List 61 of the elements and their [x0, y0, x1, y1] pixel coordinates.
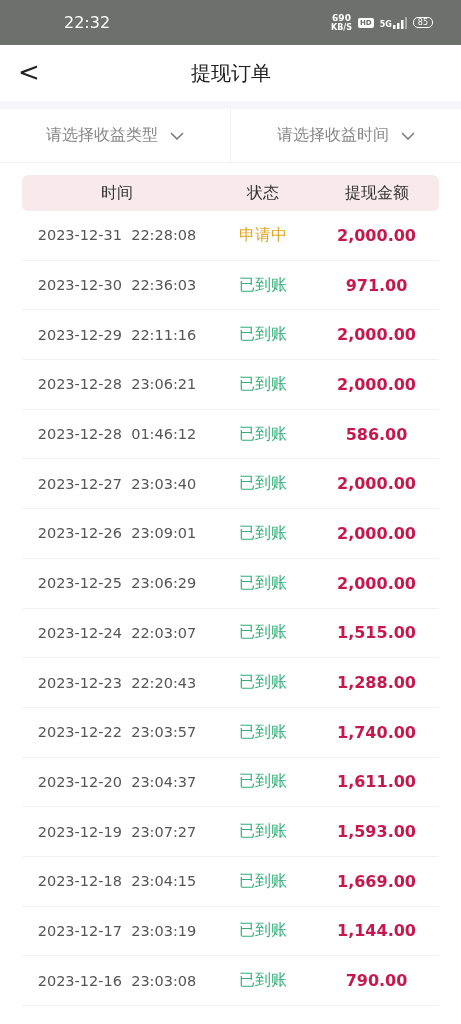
time-cell-text: 2023-12-28 01:46:12: [36, 426, 198, 443]
page-title: 提现订单: [190, 59, 271, 87]
battery-level: 85: [412, 17, 433, 28]
status-cell-text: 已到账: [238, 771, 288, 793]
amount-cell-text: 1,515.00: [336, 623, 417, 643]
column-header: 提现金额: [343, 182, 410, 204]
column-header: 时间: [100, 182, 134, 204]
amount-cell-text: 1,288.00: [336, 673, 417, 693]
amount-cell-text: 2,000.00: [336, 474, 417, 494]
speed-value: 690: [332, 13, 351, 23]
amount-cell-text: 2,000.00: [336, 325, 417, 345]
time-cell-text: 2023-12-16 23:03:08: [36, 972, 198, 989]
status-cell-text: 已到账: [238, 870, 288, 892]
time-cell-text: 2023-12-23 22:20:43: [36, 674, 198, 691]
signal-icon: [392, 16, 407, 29]
time-cell-text: 2023-12-19 23:07:27: [36, 823, 198, 840]
amount-cell-text: 2,000.00: [336, 374, 417, 394]
status-cell-text: 已到账: [238, 672, 288, 694]
amount-cell-text: 1,669.00: [336, 871, 417, 891]
amount-cell-text: 1,144.00: [336, 921, 417, 941]
time-cell-text: 2023-12-18 23:04:15: [36, 873, 198, 890]
status-cell-text: 已到账: [238, 721, 288, 743]
chevron-down-icon: [401, 131, 415, 140]
time-cell-text: 2023-12-31 22:28:08: [36, 227, 198, 244]
status-cell-text: 已到账: [238, 920, 288, 942]
time-cell-text: 2023-12-29 22:11:16: [36, 326, 198, 343]
status-cell-text: 申请中: [238, 224, 288, 246]
time-cell-text: 2023-12-25 23:06:29: [36, 575, 198, 592]
amount-cell-text: 1,593.00: [336, 822, 417, 842]
status-cell-text: 已到账: [238, 373, 288, 395]
amount-cell-text: 2,000.00: [336, 225, 417, 245]
time-cell-text: 2023-12-28 23:06:21: [36, 376, 198, 393]
status-cell-text: 已到账: [238, 522, 288, 544]
speed-unit: KB/S: [331, 22, 352, 32]
time-cell-text: 2023-12-22 23:03:57: [36, 724, 198, 741]
amount-cell-text: 2,000.00: [336, 523, 417, 543]
amount-cell-text: 2,000.00: [336, 573, 417, 593]
status-cell-text: 已到账: [238, 622, 288, 644]
chevron-down-icon: [170, 131, 184, 140]
amount-cell-text: 586.00: [344, 424, 409, 444]
amount-cell-text: 1,611.00: [336, 772, 417, 792]
amount-cell-text: 971.00: [344, 275, 409, 295]
time-cell-text: 2023-12-17 23:03:19: [36, 922, 198, 939]
status-cell-text: 已到账: [238, 572, 288, 594]
time-cell-text: 2023-12-26 23:09:01: [36, 525, 198, 542]
status-cell-text: 已到账: [238, 324, 288, 346]
network-label: 5G: [379, 19, 392, 29]
time-cell-text: 2023-12-24 22:03:07: [36, 624, 198, 641]
status-cell-text: 已到账: [238, 821, 288, 843]
clock-time: 22:32: [64, 13, 111, 32]
time-cell-text: 2023-12-20 23:04:37: [36, 773, 198, 790]
status-cell-text: 已到账: [238, 970, 288, 992]
back-button[interactable]: <: [12, 53, 46, 91]
status-cell-text: 已到账: [238, 473, 288, 495]
amount-cell-text: 790.00: [344, 971, 409, 991]
amount-cell-text: 1,740.00: [336, 722, 417, 742]
status-cell-text: 已到账: [238, 423, 288, 445]
column-header: 状态: [246, 182, 280, 204]
status-cell-text: 已到账: [238, 274, 288, 296]
time-cell-text: 2023-12-30 22:36:03: [36, 277, 198, 294]
time-cell-text: 2023-12-27 23:03:40: [36, 475, 198, 492]
